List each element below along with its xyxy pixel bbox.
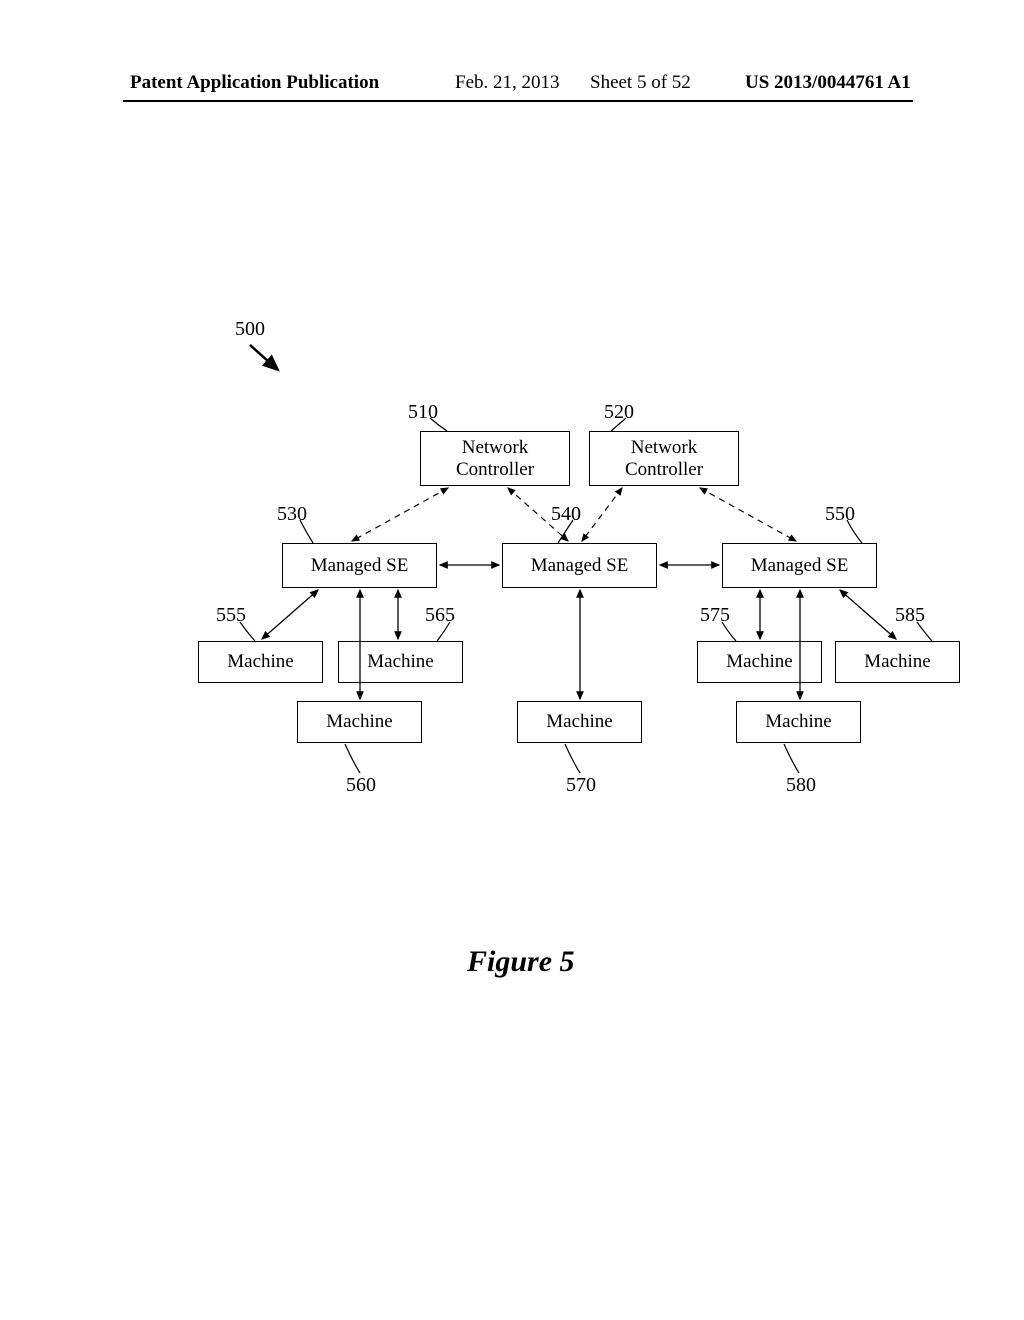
ref-540: 540 [551, 503, 581, 526]
ref-565: 565 [425, 604, 455, 627]
figure-caption: Figure 5 [467, 945, 575, 979]
machine-585: Machine [835, 641, 960, 683]
managed-se-2: Managed SE [502, 543, 657, 588]
ref-520: 520 [604, 401, 634, 424]
machine-575: Machine [697, 641, 822, 683]
machine-565: Machine [338, 641, 463, 683]
ref-575: 575 [700, 604, 730, 627]
network-controller-1: Network Controller [420, 431, 570, 486]
ref-530: 530 [277, 503, 307, 526]
network-controller-2: Network Controller [589, 431, 739, 486]
ref-555: 555 [216, 604, 246, 627]
ref-500: 500 [235, 318, 265, 341]
machine-560: Machine [297, 701, 422, 743]
page: Patent Application Publication Feb. 21, … [0, 0, 1024, 1320]
publication-date: Feb. 21, 2013 [455, 72, 560, 94]
ref-560: 560 [346, 774, 376, 797]
sheet-number: Sheet 5 of 52 [590, 72, 691, 94]
ref-510: 510 [408, 401, 438, 424]
machine-570: Machine [517, 701, 642, 743]
machine-555: Machine [198, 641, 323, 683]
managed-se-1: Managed SE [282, 543, 437, 588]
ref-580: 580 [786, 774, 816, 797]
ref-585: 585 [895, 604, 925, 627]
machine-580: Machine [736, 701, 861, 743]
ref-550: 550 [825, 503, 855, 526]
publication-label: Patent Application Publication [130, 72, 379, 94]
document-number: US 2013/0044761 A1 [745, 72, 911, 94]
managed-se-3: Managed SE [722, 543, 877, 588]
ref-570: 570 [566, 774, 596, 797]
header-rule [123, 100, 913, 102]
